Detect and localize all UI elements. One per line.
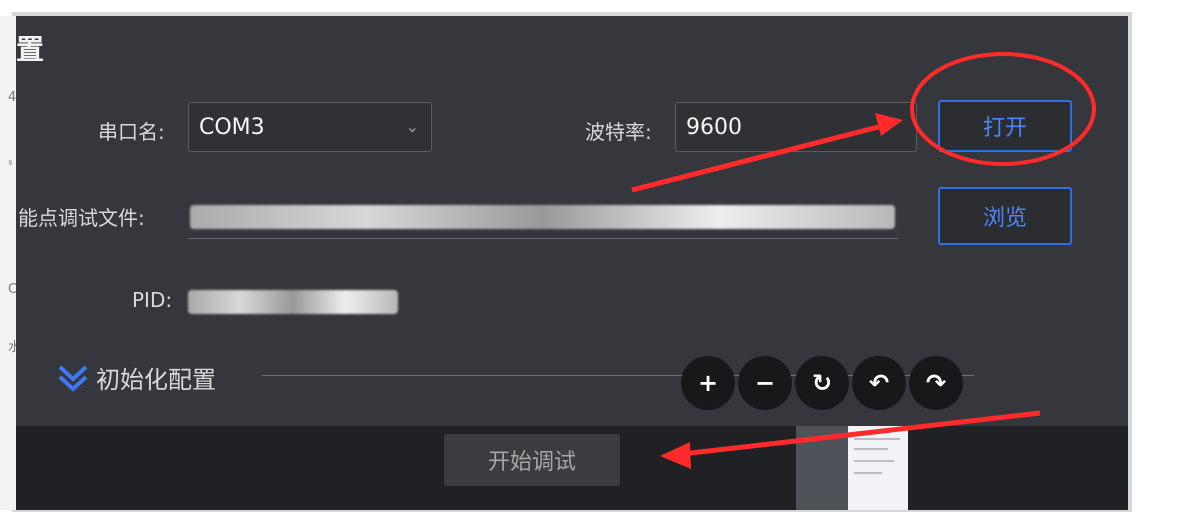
open-button[interactable]: 打开 (938, 100, 1072, 152)
plus-icon[interactable]: + (681, 356, 735, 410)
thumbnail-line (854, 472, 882, 474)
serial-port-select[interactable]: COM3 ⌄ (188, 102, 432, 152)
baud-rate-value: 9600 (686, 115, 742, 140)
dialog-title: 置 (16, 33, 45, 66)
serial-port-value: COM3 (199, 115, 265, 140)
serial-port-label: 串口名: (98, 120, 165, 144)
minus-icon[interactable]: − (738, 356, 792, 410)
file-path-blurred (190, 205, 895, 229)
file-path-input[interactable] (188, 238, 898, 239)
baud-rate-input[interactable]: 9600 (675, 102, 917, 152)
edge-char: ˢ (8, 158, 13, 173)
pid-value-blurred (188, 290, 398, 314)
file-label: 能点调试文件: (18, 206, 145, 230)
double-chevron-down-icon[interactable] (56, 360, 90, 394)
redo-icon[interactable]: ↷ (909, 356, 963, 410)
left-edge-strip: 4 ˢ C 水 (0, 16, 21, 510)
refresh-icon[interactable]: ↻ (795, 356, 849, 410)
start-debug-button[interactable]: 开始调试 (444, 434, 620, 486)
baud-rate-label: 波特率: (585, 120, 652, 144)
browse-button[interactable]: 浏览 (938, 187, 1072, 245)
undo-icon[interactable]: ↶ (852, 356, 906, 410)
thumbnail-line (854, 448, 888, 450)
thumbnail-line (854, 438, 900, 440)
thumbnail-sidebar (796, 426, 848, 510)
chevron-down-icon: ⌄ (405, 117, 419, 136)
init-config-toggle[interactable]: 初始化配置 (96, 360, 216, 395)
thumbnail-line (854, 460, 894, 462)
pid-label: PID: (132, 288, 173, 312)
thumbnail-preview[interactable] (796, 426, 908, 510)
